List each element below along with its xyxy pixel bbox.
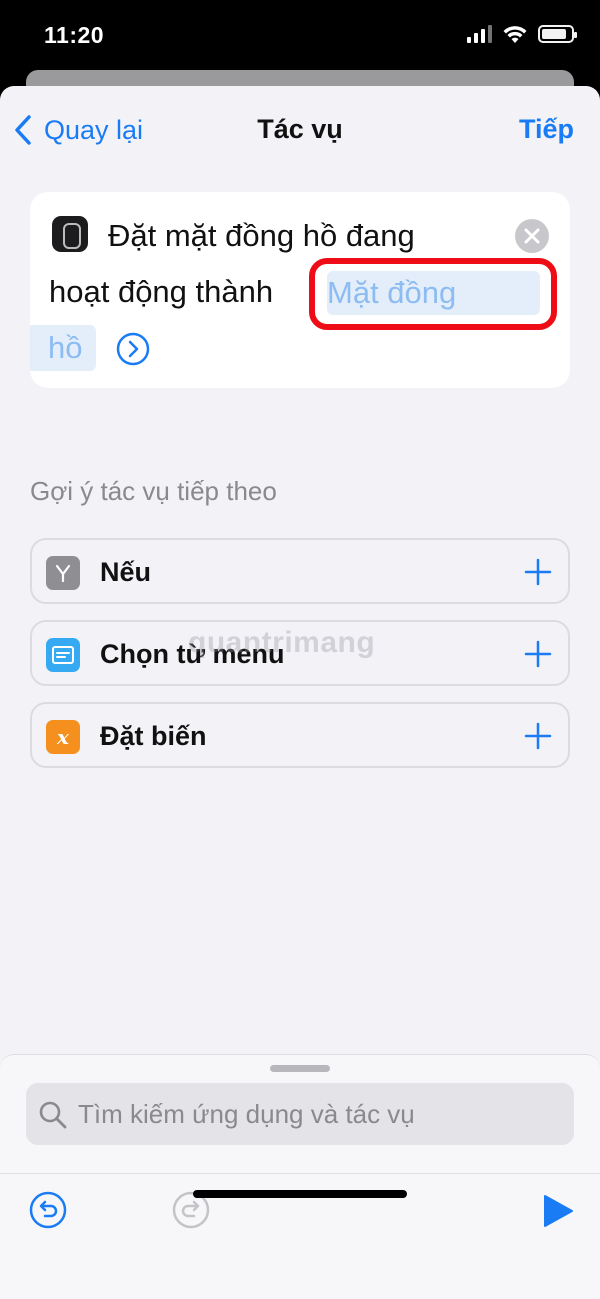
remove-action-button[interactable] <box>515 219 549 253</box>
action-sheet: Quay lại Tác vụ Tiếp Đặt mặt đồng hồ đan… <box>0 86 600 1299</box>
wifi-icon <box>503 26 527 43</box>
action-text-line2: hoạt động thành <box>49 274 274 309</box>
chevron-left-icon <box>15 115 31 145</box>
toolbar-divider <box>0 1173 600 1174</box>
play-icon[interactable] <box>540 1193 576 1229</box>
search-box[interactable] <box>26 1083 574 1145</box>
add-icon[interactable] <box>524 558 552 586</box>
search-input[interactable] <box>78 1083 564 1145</box>
battery-icon <box>538 25 577 43</box>
action-card: Đặt mặt đồng hồ đang hoạt động thành Mặt… <box>30 192 570 388</box>
sheet-grabber[interactable] <box>270 1065 330 1072</box>
parameter-text: Mặt đồng <box>327 275 457 310</box>
undo-icon[interactable] <box>28 1190 68 1230</box>
next-button[interactable]: Tiếp <box>519 114 574 145</box>
status-icons <box>467 24 577 44</box>
search-panel <box>0 1054 600 1299</box>
nav-bar: Quay lại Tác vụ Tiếp <box>0 86 600 176</box>
suggestion-choose-from-menu[interactable]: Chọn từ menu <box>30 620 570 686</box>
home-indicator <box>193 1190 407 1198</box>
back-label: Quay lại <box>44 114 144 145</box>
suggestion-label: Chọn từ menu <box>100 639 285 669</box>
expand-chevron-icon[interactable] <box>116 332 150 366</box>
suggestion-label: Đặt biến <box>100 721 207 751</box>
suggestion-set-variable[interactable]: x Đặt biến <box>30 702 570 768</box>
status-bar: 11:20 <box>0 0 600 70</box>
action-text-line1: Đặt mặt đồng hồ đang <box>108 218 415 253</box>
close-icon <box>524 228 540 244</box>
suggestions-header: Gợi ý tác vụ tiếp theo <box>30 476 277 506</box>
suggestion-if[interactable]: Nếu <box>30 538 570 604</box>
variable-icon: x <box>46 720 80 754</box>
back-button[interactable]: Quay lại <box>14 114 143 146</box>
branch-icon <box>46 556 80 590</box>
cellular-signal-icon <box>467 25 492 43</box>
status-time: 11:20 <box>44 22 105 48</box>
add-icon[interactable] <box>524 640 552 668</box>
suggestion-label: Nếu <box>100 557 152 587</box>
search-icon <box>39 1101 67 1129</box>
menu-icon <box>46 638 80 672</box>
add-icon[interactable] <box>524 722 552 750</box>
watch-face-parameter[interactable]: Mặt đồng <box>327 271 540 315</box>
watch-face-parameter-continued[interactable]: hồ <box>30 325 96 371</box>
watch-icon <box>52 216 88 252</box>
